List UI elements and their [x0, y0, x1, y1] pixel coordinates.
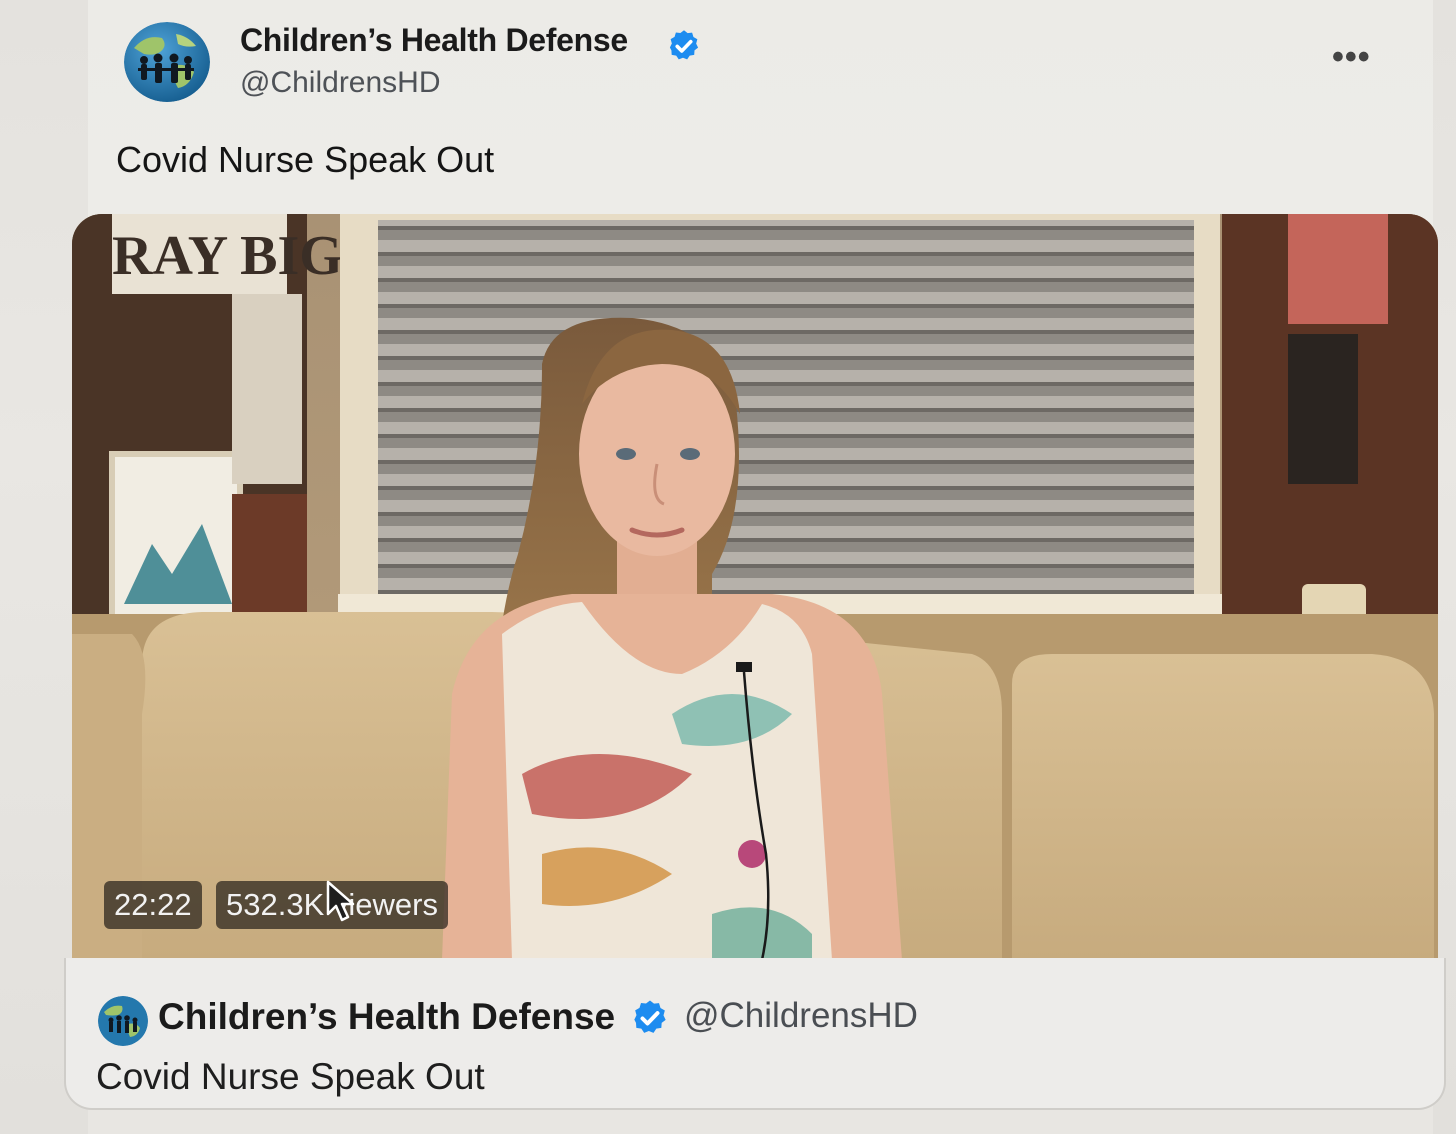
globe-logo-icon	[98, 996, 148, 1046]
card-avatar[interactable]	[98, 996, 148, 1046]
post-text: Covid Nurse Speak Out	[116, 139, 495, 180]
more-options-icon[interactable]: •••	[1332, 38, 1372, 76]
mouse-cursor-icon	[326, 880, 355, 922]
background-sign: RAY BIG	[112, 225, 343, 287]
globe-logo-icon	[124, 22, 210, 102]
card-author-handle[interactable]: @ChildrensHD	[684, 996, 918, 1036]
video-duration-badge: 22:22	[104, 881, 202, 929]
author-name[interactable]: Children’s Health Defense	[240, 22, 628, 59]
screen: Children’s Health Defense @ChildrensHD •…	[0, 0, 1456, 1134]
video-frame: RAY BIG	[72, 214, 1438, 960]
video-player[interactable]: RAY BIG	[72, 214, 1438, 960]
card-text: Covid Nurse Speak Out	[96, 1056, 485, 1097]
verified-badge-icon	[634, 1000, 666, 1033]
profile-avatar[interactable]	[124, 22, 210, 102]
card-author-name[interactable]: Children’s Health Defense	[158, 996, 615, 1038]
verified-badge-icon	[669, 30, 699, 60]
author-handle[interactable]: @ChildrensHD	[240, 66, 441, 100]
